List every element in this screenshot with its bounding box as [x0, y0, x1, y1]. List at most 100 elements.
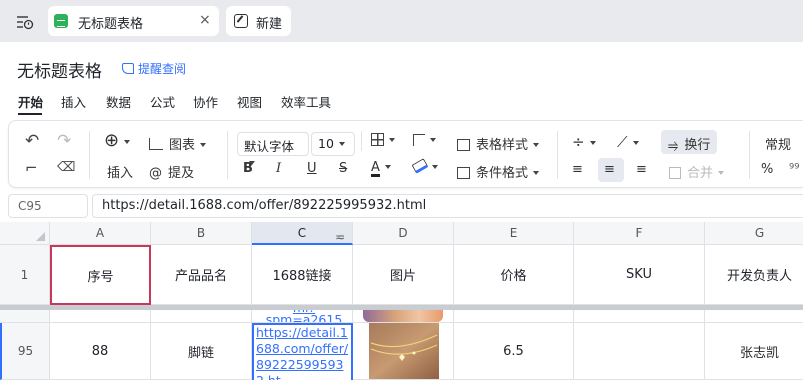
redo-icon[interactable]: ↷	[57, 131, 71, 151]
menu-data[interactable]: 数据	[106, 92, 131, 111]
product-image-partial[interactable]	[353, 310, 454, 323]
column-header-e[interactable]: E	[454, 222, 574, 245]
select-all-corner[interactable]	[0, 222, 50, 245]
new-doc-icon	[234, 14, 248, 28]
cell-seq[interactable]: 88	[50, 323, 151, 380]
toolbar: ↶ ↷ ⌐ ⌫ ⊕ 插入 图表 @ 提及 默认字体 10 B I U S A 表格…	[8, 120, 803, 188]
column-header-b[interactable]: B	[151, 222, 252, 245]
row-header-95[interactable]: 95	[0, 323, 50, 380]
vertical-align-icon[interactable]: ÷	[572, 133, 596, 151]
anklet-product-image[interactable]	[369, 323, 439, 380]
underline-button[interactable]: U	[307, 161, 317, 176]
column-header-g[interactable]: G	[705, 222, 803, 245]
divider	[227, 131, 228, 179]
font-family-select[interactable]: 默认字体	[237, 132, 309, 165]
clear-format-icon[interactable]: ⌫	[57, 160, 75, 175]
borders-button[interactable]	[371, 133, 395, 148]
menu-start[interactable]: 开始	[18, 92, 43, 111]
sheet-icon	[54, 14, 68, 28]
table-cell[interactable]	[50, 310, 151, 323]
product-image-cell[interactable]	[353, 323, 454, 380]
insert-icon[interactable]: ⊕	[104, 130, 131, 151]
mention-button[interactable]: @ 提及	[149, 162, 194, 181]
menu-insert[interactable]: 插入	[61, 92, 86, 111]
table-cell-link-partial[interactable]: ml?spm=a2615	[252, 310, 353, 323]
table-style-icon	[457, 139, 470, 151]
text-rotate-icon[interactable]: ⟋	[617, 133, 639, 151]
column-header-f[interactable]: F	[574, 222, 705, 245]
new-tab-label: 新建	[256, 17, 283, 32]
bold-button[interactable]: B	[243, 161, 253, 176]
menu-view[interactable]: 视图	[237, 92, 262, 111]
divider	[749, 131, 750, 179]
divider	[89, 131, 90, 179]
column-header-c[interactable]: C ≂	[252, 222, 353, 245]
cell-link-selected[interactable]: https://detail.1688.com/offer/8922259959…	[252, 323, 353, 380]
font-size-select[interactable]: 10	[311, 132, 355, 156]
menu-collab[interactable]: 协作	[193, 92, 218, 111]
menu-tools[interactable]: 效率工具	[281, 92, 331, 111]
merge-button[interactable]: 合并	[669, 162, 725, 181]
align-right-icon[interactable]: ≡	[636, 162, 647, 177]
cell-reference-box[interactable]: C95	[8, 194, 88, 218]
header-cell-seq[interactable]: 序号	[50, 245, 151, 305]
menu-active-indicator	[18, 113, 42, 115]
number-format-select[interactable]: 常规	[765, 134, 791, 153]
column-header-a[interactable]: A	[50, 222, 151, 245]
new-tab-button[interactable]: 新建	[226, 6, 291, 36]
wrap-button[interactable]: ⥤ 换行	[668, 134, 710, 153]
format-painter-icon[interactable]: ⌐	[25, 159, 38, 177]
align-center-icon[interactable]: ≡	[604, 162, 615, 177]
table-cell[interactable]	[705, 310, 803, 323]
thousands-icon[interactable]: ⁹⁹	[789, 162, 799, 177]
history-menu-icon[interactable]	[16, 13, 34, 31]
chart-button[interactable]: 图表	[149, 134, 207, 153]
header-cell-price[interactable]: 价格	[454, 245, 574, 305]
divider	[361, 131, 362, 151]
tab-title: 无标题表格	[78, 17, 144, 32]
fill-color-button[interactable]	[411, 158, 438, 175]
formula-input[interactable]: https://detail.1688.com/offer/8922259959…	[92, 194, 803, 218]
conditional-format-button[interactable]: 条件格式	[457, 162, 540, 181]
cell-price[interactable]: 6.5	[454, 323, 574, 380]
close-icon[interactable]: ×	[199, 12, 211, 28]
menu-formula[interactable]: 公式	[150, 92, 175, 111]
crop-icon	[413, 134, 425, 146]
table-cell[interactable]	[574, 310, 705, 323]
header-cell-image[interactable]: 图片	[353, 245, 454, 305]
browser-tab-bar: 无标题表格 × 新建	[0, 0, 803, 42]
cell-owner[interactable]: 张志凯	[705, 323, 803, 380]
cell-product[interactable]: 脚链	[151, 323, 252, 380]
border-icon	[371, 133, 384, 146]
header-cell-link[interactable]: 1688链接	[252, 245, 353, 305]
header-cell-sku[interactable]: SKU	[574, 245, 705, 305]
mention-icon: @	[149, 166, 162, 181]
font-color-button[interactable]: A	[371, 160, 391, 177]
row-header-1[interactable]: 1	[0, 245, 50, 305]
percent-button[interactable]: %	[761, 162, 773, 177]
header-cell-owner[interactable]: 开发负责人	[705, 245, 803, 305]
table-style-button[interactable]: 表格样式	[457, 134, 540, 153]
remind-label: 提醒查阅	[138, 62, 187, 76]
crop-button[interactable]	[413, 133, 436, 148]
tab-untitled-sheet[interactable]: 无标题表格 ×	[48, 6, 219, 36]
divider	[557, 131, 558, 179]
remind-icon	[122, 63, 134, 74]
cell-sku[interactable]	[574, 323, 705, 380]
header-cell-product[interactable]: 产品品名	[151, 245, 252, 305]
table-cell[interactable]	[151, 310, 252, 323]
row-header-partial	[0, 310, 50, 323]
wrap-icon: ⥤	[668, 138, 679, 153]
chart-icon	[149, 138, 163, 150]
align-left-icon[interactable]: ≡	[572, 162, 583, 177]
paint-bucket-icon	[411, 158, 429, 174]
table-cell[interactable]	[454, 310, 574, 323]
document-title[interactable]: 无标题表格	[17, 57, 102, 82]
insert-label[interactable]: 插入	[107, 162, 133, 181]
undo-icon[interactable]: ↶	[25, 131, 39, 151]
merge-icon	[669, 167, 681, 179]
italic-button[interactable]: I	[276, 161, 281, 176]
remind-view-link[interactable]: 提醒查阅	[122, 60, 186, 77]
strikethrough-button[interactable]: S	[339, 161, 347, 176]
column-header-d[interactable]: D	[353, 222, 454, 245]
